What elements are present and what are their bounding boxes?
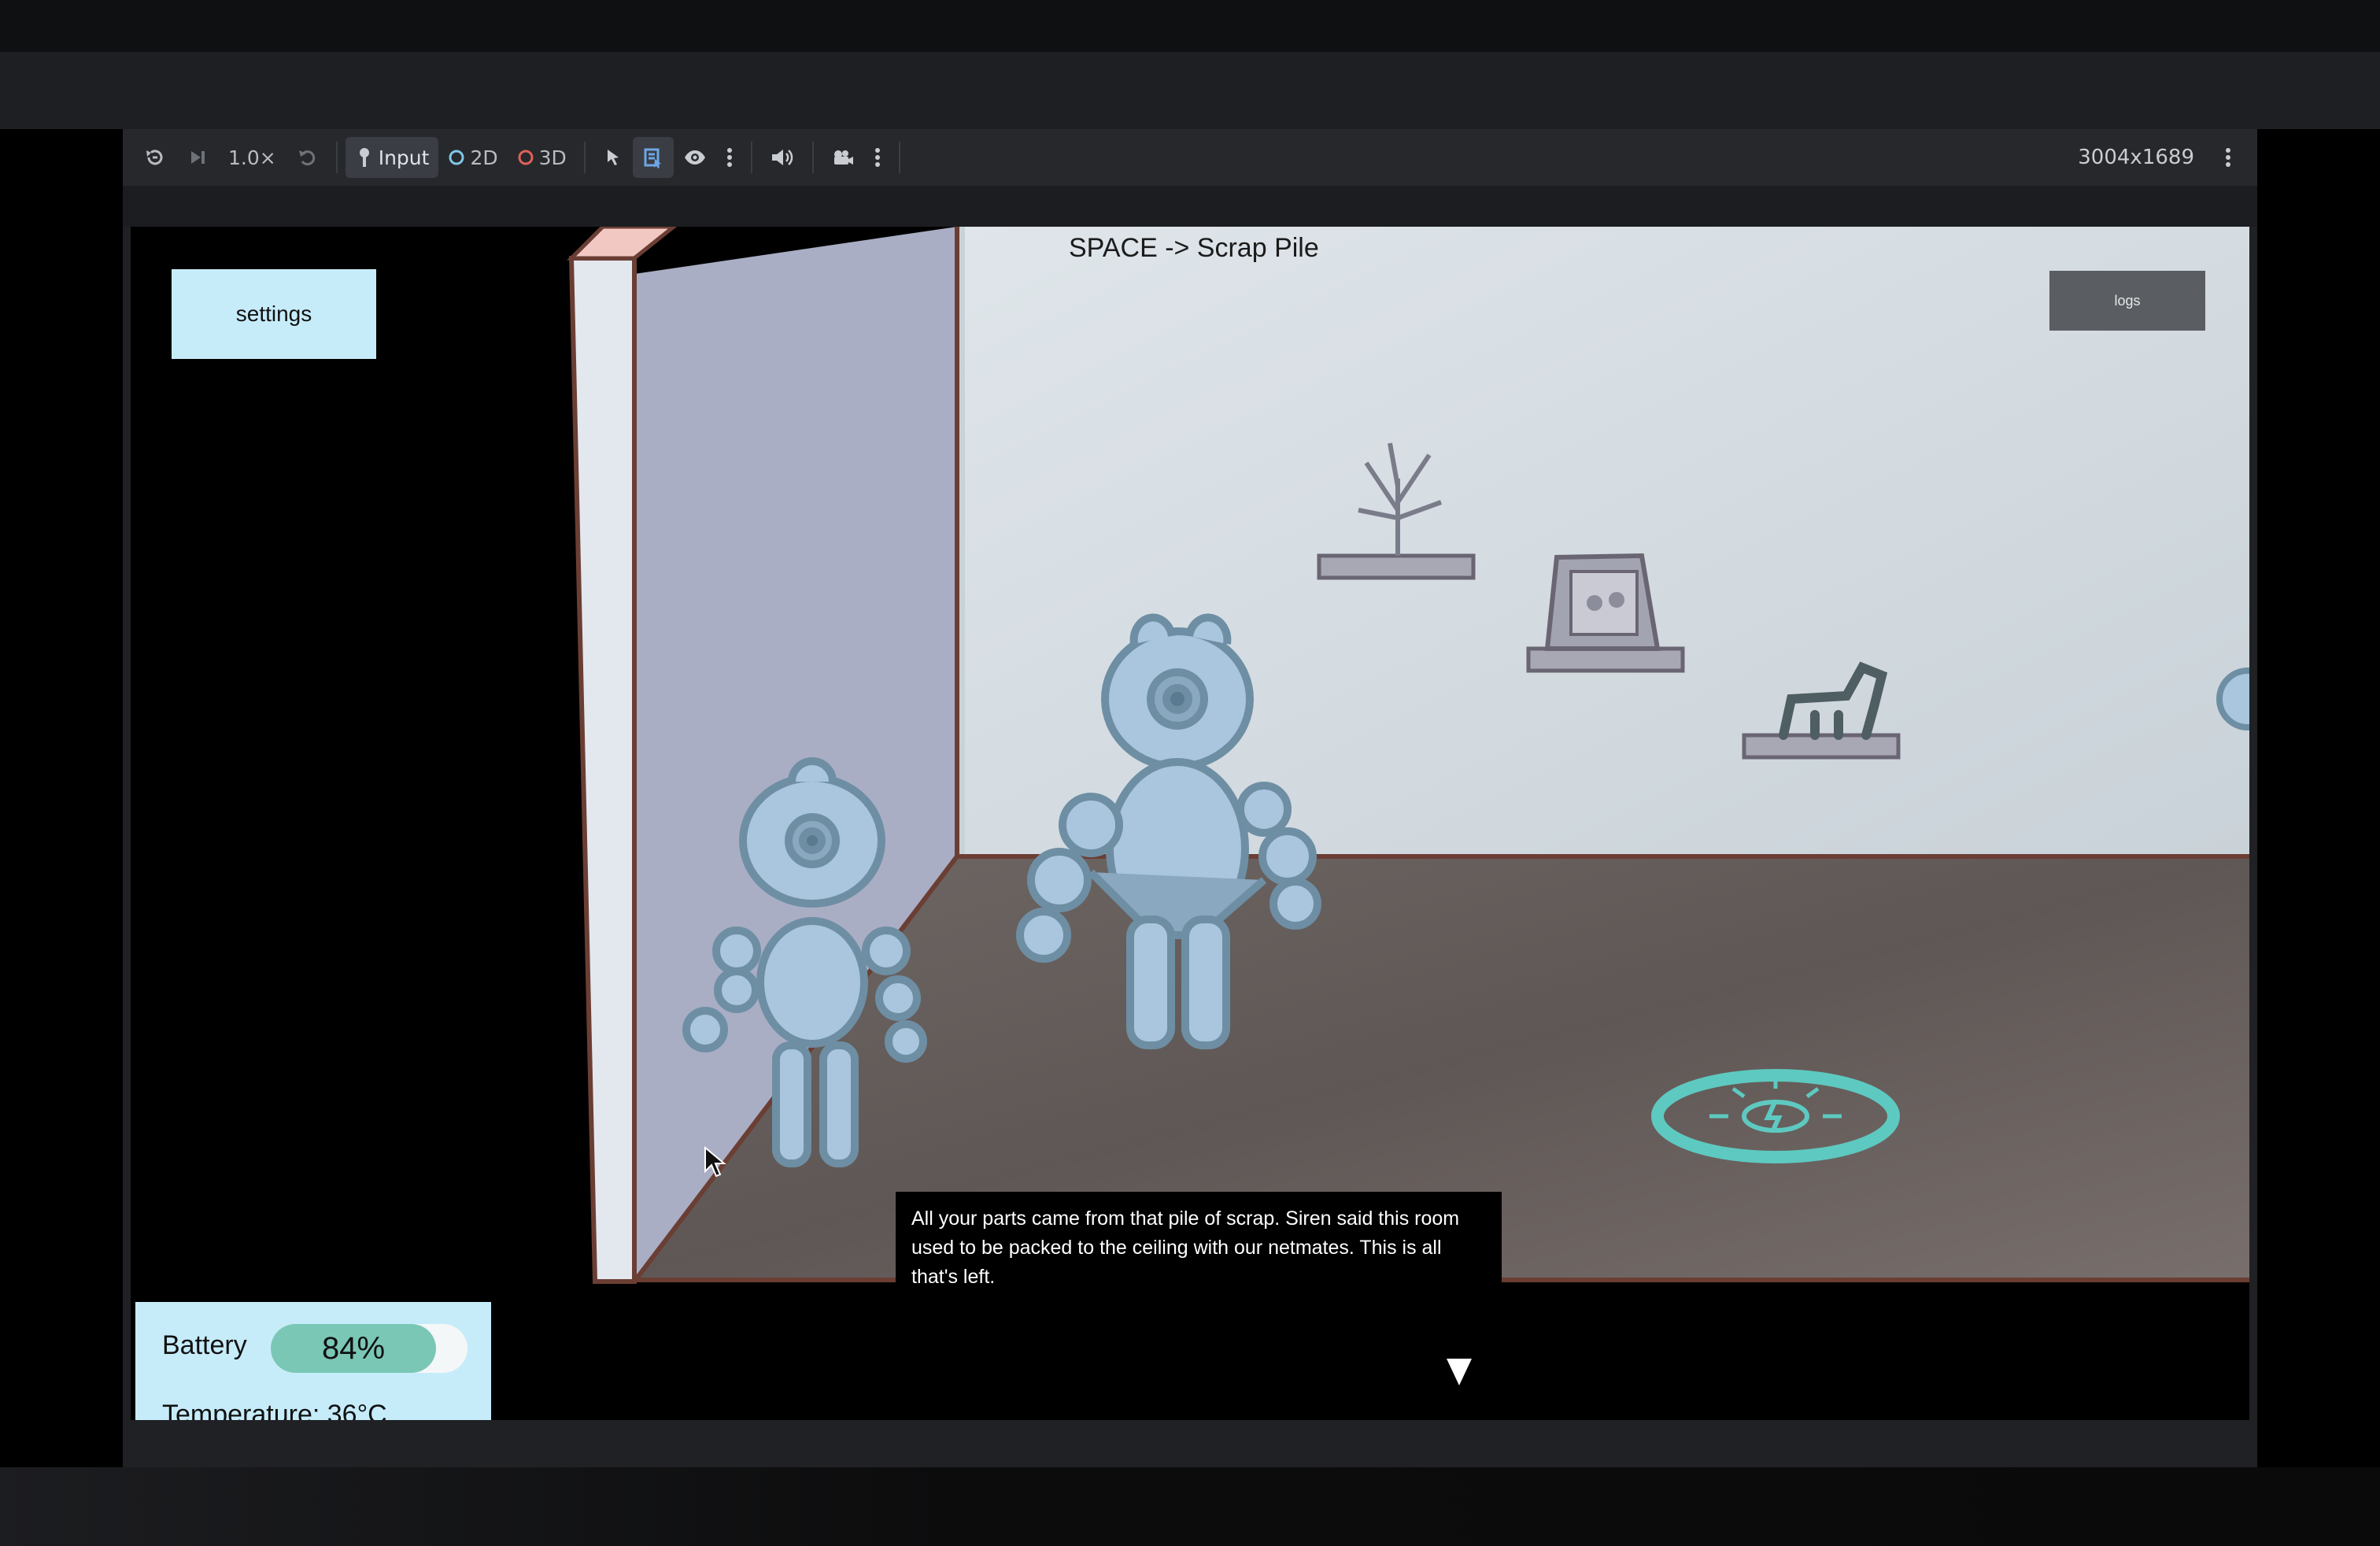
dialogue-box[interactable]: All your parts came from that pile of sc… xyxy=(896,1192,1502,1420)
undo-icon[interactable] xyxy=(286,137,328,178)
speaker-icon[interactable] xyxy=(760,137,804,178)
list-select-icon[interactable] xyxy=(632,137,674,178)
resolution-readout: 3004x1689 xyxy=(2078,146,2194,169)
door-frame xyxy=(568,256,637,1284)
toolbar-divider xyxy=(898,142,900,173)
shelf-frame xyxy=(1526,646,1685,673)
kebab-menu-icon[interactable] xyxy=(716,137,743,178)
toolbar-subbar xyxy=(123,186,2257,227)
dialogue-text: All your parts came from that pile of sc… xyxy=(911,1208,1460,1288)
game-embed-window: 1.0× Input 2D 3D 3004x1689 SPACE -> Scra… xyxy=(123,129,2257,1467)
toolbar-divider xyxy=(750,142,752,173)
camera-icon[interactable] xyxy=(822,137,864,178)
cursor-select-icon[interactable] xyxy=(593,137,633,178)
circle-3d-icon xyxy=(518,150,534,165)
kebab-menu-icon[interactable] xyxy=(864,137,891,178)
mode-3d-label: 3D xyxy=(538,146,567,169)
battery-label: Battery xyxy=(162,1330,247,1360)
toolbar-divider xyxy=(583,142,586,173)
game-toolbar: 1.0× Input 2D 3D 3004x1689 xyxy=(123,129,2257,186)
mode-3d-button[interactable]: 3D xyxy=(508,137,576,178)
kebab-menu-icon[interactable] xyxy=(2215,137,2241,178)
bottom-bezel xyxy=(0,1467,2380,1546)
toolbar-divider xyxy=(811,142,814,173)
battery-value: 84% xyxy=(321,1331,386,1366)
left-margin xyxy=(0,129,123,1467)
rewind-icon[interactable] xyxy=(134,137,176,178)
temperature-readout: Temperature: 36°C xyxy=(162,1400,387,1420)
circle-2d-icon xyxy=(449,150,464,165)
mode-2d-label: 2D xyxy=(470,146,498,169)
shelf-horse xyxy=(1742,733,1901,760)
status-panel: Battery 84% Temperature: 36°C xyxy=(135,1302,491,1420)
toolbar-divider xyxy=(335,142,338,173)
step-forward-icon[interactable] xyxy=(176,137,219,178)
shelf-plant xyxy=(1317,553,1476,580)
window-bottom-strip xyxy=(123,1420,2257,1467)
room-title: SPACE -> Scrap Pile xyxy=(1069,233,1319,263)
door-frame-top xyxy=(566,227,678,261)
top-bezel xyxy=(0,0,2380,52)
dialogue-continue-icon[interactable] xyxy=(1447,1359,1472,1385)
photo-frame xyxy=(1544,553,1661,651)
speed-label: 1.0× xyxy=(228,146,276,169)
input-toggle-button[interactable]: Input xyxy=(345,137,439,178)
header-band xyxy=(0,52,2380,129)
joystick-icon xyxy=(359,148,369,167)
settings-button[interactable]: settings xyxy=(172,269,376,359)
partial-robot xyxy=(2216,668,2249,730)
mode-2d-button[interactable]: 2D xyxy=(438,137,507,178)
eye-icon[interactable] xyxy=(674,137,716,178)
logs-button[interactable]: logs xyxy=(2049,271,2205,331)
input-label: Input xyxy=(378,146,430,169)
game-viewport[interactable]: SPACE -> Scrap Pile settings logs Batter… xyxy=(131,227,2249,1420)
speed-selector[interactable]: 1.0× xyxy=(219,137,286,178)
